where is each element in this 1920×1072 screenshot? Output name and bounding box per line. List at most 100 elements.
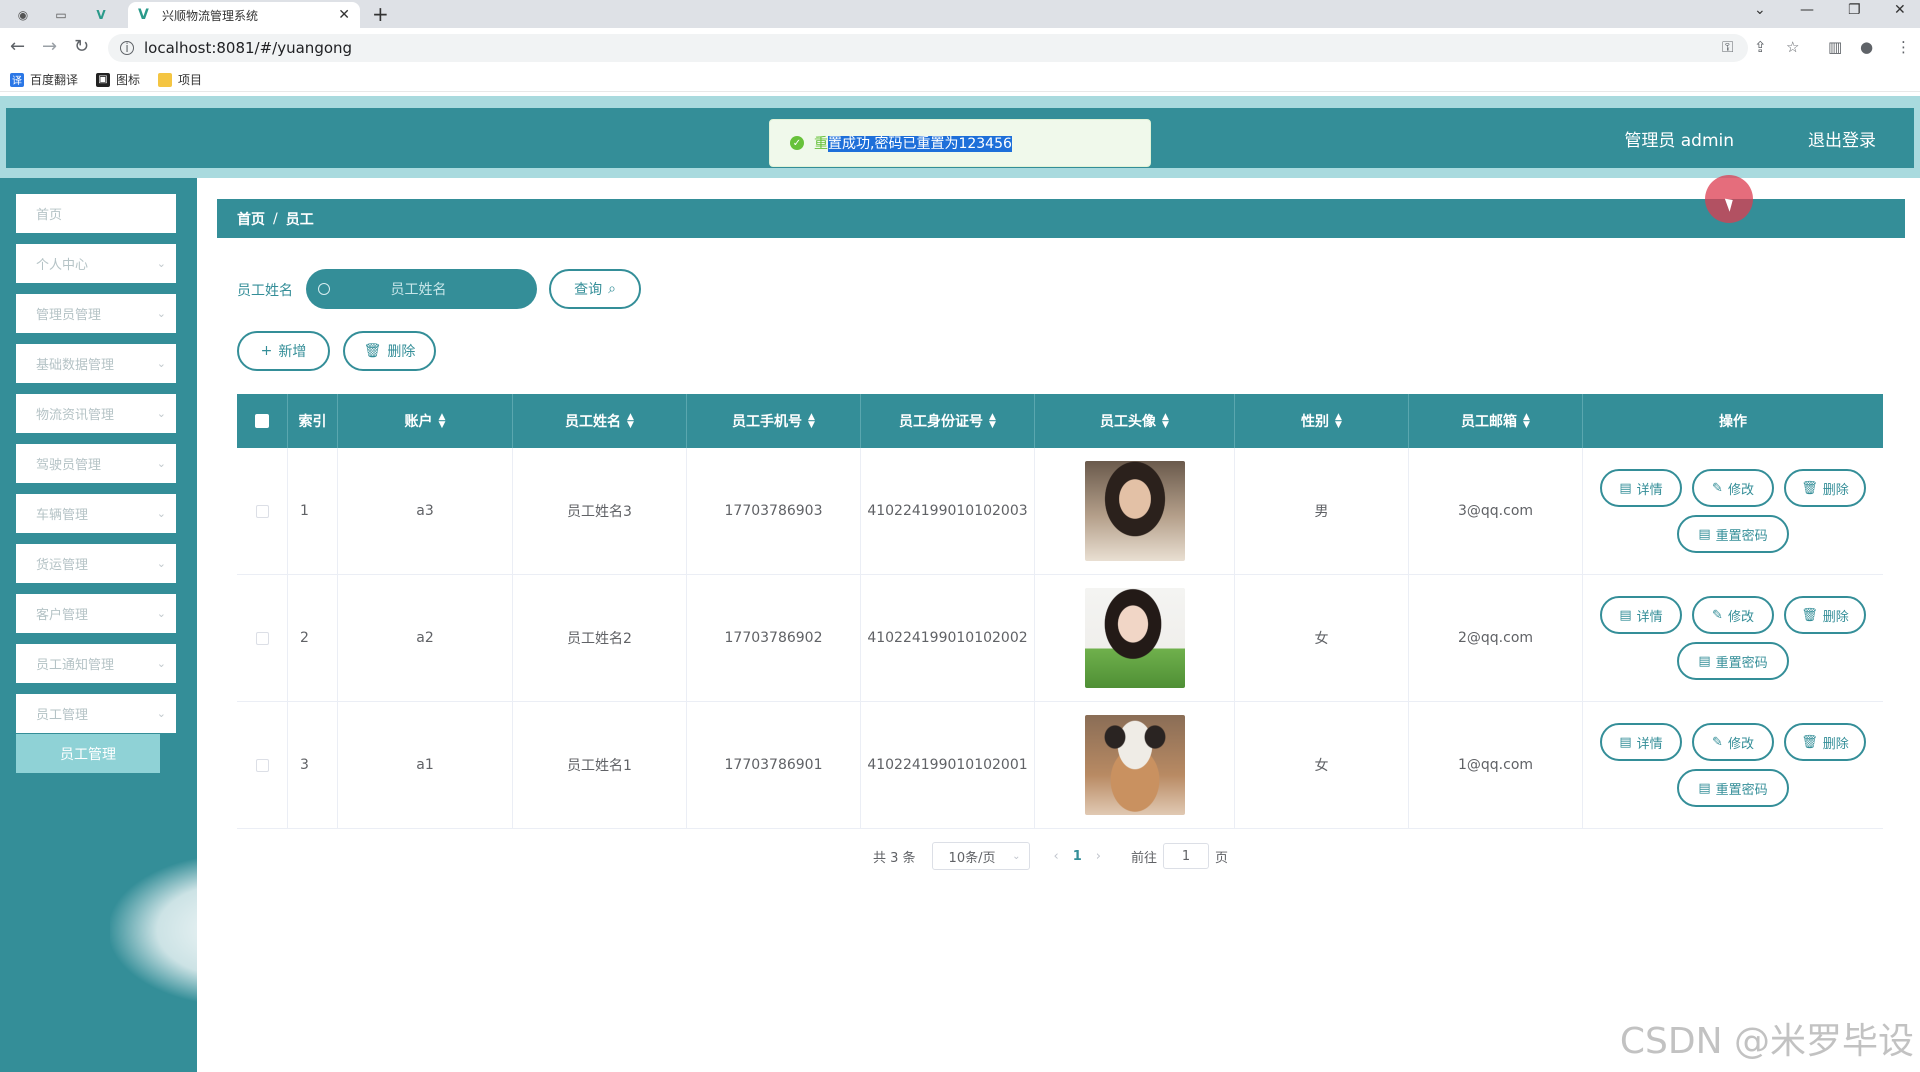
share-icon[interactable]: ⇪ bbox=[1754, 38, 1767, 56]
document-icon: ▤ bbox=[1698, 780, 1711, 796]
cell-phone: 17703786901 bbox=[687, 702, 861, 828]
info-icon[interactable]: i bbox=[120, 41, 134, 55]
row-checkbox[interactable] bbox=[237, 575, 288, 701]
col-name[interactable]: 员工姓名 ▲ ▼ bbox=[513, 394, 687, 448]
reset-password-button[interactable]: ▤ 重置密码 bbox=[1677, 642, 1789, 680]
sidepanel-icon[interactable]: ▥ bbox=[1828, 38, 1842, 56]
search-placeholder: 员工姓名 bbox=[390, 282, 447, 298]
cell-idcard: 410224199010102002 bbox=[861, 575, 1035, 701]
delete-button[interactable]: 🗑 删除 bbox=[1784, 469, 1866, 507]
new-tab-button[interactable]: + bbox=[372, 2, 389, 26]
next-page-button[interactable]: › bbox=[1096, 849, 1101, 864]
breadcrumb-home[interactable]: 首页 bbox=[237, 209, 265, 229]
pencil-icon: ✎ bbox=[1712, 734, 1723, 750]
success-toast: ✓ 重置成功,密码已重置为123456 bbox=[769, 119, 1151, 167]
sidebar-item-staff[interactable]: 员工管理 ⌄ bbox=[16, 694, 176, 733]
col-idcard[interactable]: 员工身份证号 ▲ ▼ bbox=[861, 394, 1035, 448]
back-icon[interactable]: ← bbox=[10, 36, 25, 57]
vue-icon: V bbox=[138, 7, 149, 23]
sidebar-subitem-staff-active[interactable]: 员工管理 bbox=[16, 734, 160, 773]
tab-blank[interactable]: ▭ bbox=[46, 4, 76, 26]
chevron-down-icon: ⌄ bbox=[156, 657, 166, 670]
select-all-checkbox[interactable] bbox=[237, 394, 288, 448]
bookmark-icons[interactable]: ▣ 图标 bbox=[96, 71, 140, 88]
cell-actions: ▤ 详情 ✎ 修改 🗑 删除 ▤ 重置密码 bbox=[1583, 702, 1883, 828]
window-close-button[interactable]: ✕ bbox=[1894, 2, 1906, 18]
sidebar-item-basic-data[interactable]: 基础数据管理 ⌄ bbox=[16, 344, 176, 383]
avatar-image[interactable] bbox=[1084, 588, 1185, 688]
col-phone[interactable]: 员工手机号 ▲ ▼ bbox=[687, 394, 861, 448]
col-avatar[interactable]: 员工头像 ▲ ▼ bbox=[1035, 394, 1235, 448]
avatar-image[interactable] bbox=[1084, 461, 1185, 561]
col-actions: 操作 bbox=[1719, 414, 1747, 430]
sort-icon: ▲ ▼ bbox=[438, 412, 446, 430]
vue-icon[interactable]: V bbox=[86, 4, 116, 26]
cell-email: 2@qq.com bbox=[1409, 575, 1583, 701]
sidebar-item-admin[interactable]: 管理员管理 ⌄ bbox=[16, 294, 176, 333]
sort-icon: ▲ ▼ bbox=[1335, 412, 1342, 430]
search-input[interactable]: 员工姓名 bbox=[306, 269, 537, 309]
plus-icon: + bbox=[260, 343, 273, 359]
url-input[interactable]: i localhost:8081/#/yuangong bbox=[108, 34, 1748, 62]
browser-tab-bar: ◉ ▭ V V 兴顺物流管理系统 ✕ + ⌄ — ❐ ✕ bbox=[0, 0, 1920, 28]
cell-email: 1@qq.com bbox=[1409, 702, 1583, 828]
page-jump-input[interactable]: 1 bbox=[1163, 843, 1210, 869]
cell-actions: ▤ 详情 ✎ 修改 🗑 删除 ▤ 重置密码 bbox=[1583, 575, 1883, 701]
bookmark-project[interactable]: 项目 bbox=[158, 71, 202, 88]
page-jump: 前往 1 页 bbox=[1131, 843, 1228, 869]
chevron-down-icon[interactable]: ⌄ bbox=[1754, 2, 1766, 18]
edit-button[interactable]: ✎ 修改 bbox=[1692, 723, 1774, 761]
delete-button[interactable]: 🗑 删除 bbox=[1784, 596, 1866, 634]
logout-link[interactable]: 退出登录 bbox=[1808, 126, 1876, 151]
row-checkbox[interactable] bbox=[237, 702, 288, 828]
sidebar-item-drivers[interactable]: 驾驶员管理 ⌄ bbox=[16, 444, 176, 483]
delete-button[interactable]: 🗑 删除 bbox=[1784, 723, 1866, 761]
sidebar-item-profile[interactable]: 个人中心 ⌄ bbox=[16, 244, 176, 283]
sidebar-item-freight[interactable]: 货运管理 ⌄ bbox=[16, 544, 176, 583]
close-icon[interactable]: ✕ bbox=[338, 7, 350, 23]
batch-delete-button[interactable]: 🗑 删除 bbox=[343, 331, 436, 371]
row-checkbox[interactable] bbox=[237, 448, 288, 574]
prev-page-button[interactable]: ‹ bbox=[1054, 849, 1059, 864]
cell-account: a1 bbox=[338, 702, 513, 828]
detail-button[interactable]: ▤ 详情 bbox=[1600, 723, 1682, 761]
reset-password-button[interactable]: ▤ 重置密码 bbox=[1677, 515, 1789, 553]
col-account[interactable]: 账户 ▲ ▼ bbox=[338, 394, 513, 448]
avatar-image[interactable] bbox=[1084, 715, 1185, 815]
query-button[interactable]: 查询 ⌕ bbox=[549, 269, 641, 309]
pencil-icon: ✎ bbox=[1712, 480, 1723, 496]
forward-icon[interactable]: → bbox=[42, 36, 57, 57]
cell-name: 员工姓名3 bbox=[513, 448, 687, 574]
profile-icon[interactable]: ● bbox=[1860, 38, 1873, 56]
bookmark-baidu-fanyi[interactable]: 译 百度翻译 bbox=[10, 71, 78, 88]
sidebar-item-vehicles[interactable]: 车辆管理 ⌄ bbox=[16, 494, 176, 533]
sidebar-item-home[interactable]: 首页 bbox=[16, 194, 176, 233]
key-icon[interactable]: ⚿ bbox=[1722, 38, 1733, 56]
sidebar-item-customers[interactable]: 客户管理 ⌄ bbox=[16, 594, 176, 633]
detail-button[interactable]: ▤ 详情 bbox=[1600, 469, 1682, 507]
page-number-current[interactable]: 1 bbox=[1073, 849, 1082, 864]
star-icon[interactable]: ☆ bbox=[1786, 38, 1799, 56]
sort-icon: ▲ ▼ bbox=[627, 412, 634, 430]
search-icon: ⌕ bbox=[608, 281, 616, 297]
cell-actions: ▤ 详情 ✎ 修改 🗑 删除 ▤ 重置密码 bbox=[1583, 448, 1883, 574]
col-email[interactable]: 员工邮箱 ▲ ▼ bbox=[1409, 394, 1583, 448]
sidebar-item-logistics-news[interactable]: 物流资讯管理 ⌄ bbox=[16, 394, 176, 433]
iconfont-icon: ▣ bbox=[96, 72, 111, 87]
restore-button[interactable]: ❐ bbox=[1848, 2, 1861, 18]
sort-icon: ▲ ▼ bbox=[808, 412, 815, 430]
detail-button[interactable]: ▤ 详情 bbox=[1600, 596, 1682, 634]
kebab-menu-icon[interactable]: ⋮ bbox=[1896, 38, 1911, 56]
col-gender[interactable]: 性别 ▲ ▼ bbox=[1235, 394, 1409, 448]
reset-password-button[interactable]: ▤ 重置密码 bbox=[1677, 769, 1789, 807]
minimize-button[interactable]: — bbox=[1800, 2, 1814, 18]
browser-tab-active[interactable]: V 兴顺物流管理系统 ✕ bbox=[128, 2, 360, 28]
sidebar-item-staff-notice[interactable]: 员工通知管理 ⌄ bbox=[16, 644, 176, 683]
page-size-select[interactable]: 10条/页 ⌄ bbox=[931, 842, 1030, 870]
edit-button[interactable]: ✎ 修改 bbox=[1692, 596, 1774, 634]
table-row: 1 a3 员工姓名3 17703786903 41022419901010200… bbox=[237, 448, 1883, 575]
add-button[interactable]: + 新增 bbox=[237, 331, 330, 371]
reload-icon[interactable]: ↻ bbox=[74, 36, 89, 57]
globe-icon[interactable]: ◉ bbox=[8, 4, 38, 26]
edit-button[interactable]: ✎ 修改 bbox=[1692, 469, 1774, 507]
